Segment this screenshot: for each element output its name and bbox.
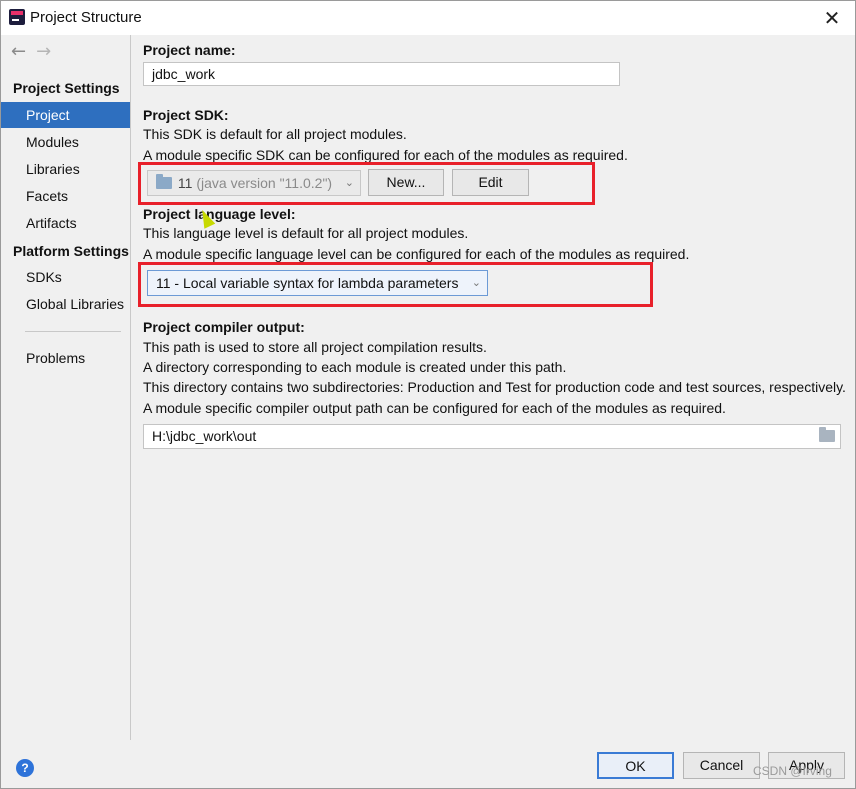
compiler-output-desc-2: A directory corresponding to each module… [143, 359, 567, 375]
language-level-desc-2: A module specific language level can be … [143, 246, 690, 262]
compiler-output-desc-4: A module specific compiler output path c… [143, 400, 726, 416]
section-platform-settings: Platform Settings [13, 243, 129, 259]
project-sdk-desc-2: A module specific SDK can be configured … [143, 147, 628, 163]
sidebar-item-artifacts[interactable]: Artifacts [1, 210, 130, 236]
folder-open-icon[interactable] [819, 427, 835, 442]
compiler-output-path-field[interactable]: H:\jdbc_work\out [143, 424, 841, 449]
project-name-label: Project name: [143, 42, 236, 58]
sidebar-item-libraries[interactable]: Libraries [1, 156, 130, 182]
language-level-label: Project language level: [143, 206, 296, 222]
compiler-output-desc-3: This directory contains two subdirectori… [143, 379, 846, 395]
project-sdk-desc-1: This SDK is default for all project modu… [143, 126, 407, 142]
language-level-desc-1: This language level is default for all p… [143, 225, 469, 241]
section-project-settings: Project Settings [13, 80, 120, 96]
language-level-highlight-box [138, 262, 653, 307]
watermark: CSDN @Irving [753, 764, 832, 778]
cancel-button[interactable]: Cancel [683, 752, 760, 779]
project-structure-dialog: Project Structure ✕ ← → Project Settings … [0, 0, 856, 789]
forward-arrow-icon[interactable]: → [36, 41, 51, 62]
sidebar: ← → Project Settings Project Modules Libr… [1, 35, 131, 740]
sdk-highlight-box [138, 162, 595, 205]
title-bar: Project Structure ✕ [1, 1, 855, 35]
sidebar-item-sdks[interactable]: SDKs [1, 264, 130, 290]
intellij-idea-icon [9, 9, 25, 25]
compiler-output-desc-1: This path is used to store all project c… [143, 339, 487, 355]
sidebar-item-problems[interactable]: Problems [1, 345, 130, 371]
compiler-output-path-value: H:\jdbc_work\out [152, 428, 257, 444]
sidebar-item-facets[interactable]: Facets [1, 183, 130, 209]
nav-arrows: ← → [11, 41, 61, 62]
project-name-field[interactable]: jdbc_work [143, 62, 620, 86]
sidebar-divider [25, 331, 121, 332]
window-title: Project Structure [30, 9, 142, 26]
back-arrow-icon[interactable]: ← [11, 41, 26, 62]
ok-button[interactable]: OK [597, 752, 674, 779]
compiler-output-label: Project compiler output: [143, 319, 305, 335]
project-settings-panel: Project name: jdbc_work Project SDK: Thi… [132, 35, 855, 740]
sidebar-item-global-libraries[interactable]: Global Libraries [1, 291, 130, 317]
dialog-footer: ? OK Cancel Apply [1, 740, 855, 788]
sidebar-item-project[interactable]: Project [1, 102, 130, 128]
sidebar-item-modules[interactable]: Modules [1, 129, 130, 155]
close-button[interactable]: ✕ [809, 1, 855, 35]
help-icon[interactable]: ? [16, 759, 34, 777]
project-sdk-label: Project SDK: [143, 107, 229, 123]
